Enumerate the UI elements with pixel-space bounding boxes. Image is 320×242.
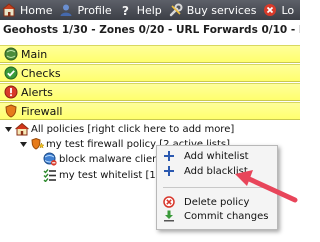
checkmark-icon	[4, 66, 18, 80]
tree-blocklist-label: block malware clien	[59, 153, 159, 165]
menu-commit-changes[interactable]: Commit changes	[157, 209, 277, 223]
shield-star-icon	[30, 137, 44, 151]
section-main-label: Main	[21, 47, 48, 61]
svg-text:?: ?	[122, 4, 129, 17]
section-main[interactable]: Main	[0, 45, 300, 63]
nav-profile[interactable]: Profile	[57, 0, 116, 20]
tree-root-row[interactable]: All policies [right click here to add mo…	[4, 121, 234, 137]
delete-icon	[163, 196, 175, 208]
quota-summary: Geohosts 1/30 - Zones 0/20 - URL Forward…	[3, 24, 300, 36]
tree-whitelist-row[interactable]: my test whitelist [1 e	[43, 167, 165, 183]
nav-help-label: Help	[136, 3, 162, 17]
nav-buy-services[interactable]: Buy services	[167, 0, 262, 20]
logout-icon	[263, 3, 277, 17]
nav-profile-label: Profile	[77, 3, 112, 17]
top-nav-bar: Home Profile ? Help Buy services Lo	[0, 0, 300, 20]
section-alerts-label: Alerts	[21, 85, 53, 99]
help-icon: ?	[119, 3, 133, 17]
section-firewall[interactable]: Firewall	[0, 102, 300, 120]
nav-help[interactable]: ? Help	[117, 0, 167, 20]
expand-triangle-icon[interactable]	[4, 125, 13, 134]
expand-triangle-icon[interactable]	[19, 140, 28, 149]
tree-blocklist-row[interactable]: block malware clien	[43, 151, 158, 167]
menu-add-whitelist-label: Add whitelist	[184, 150, 249, 162]
nav-buy-services-label: Buy services	[186, 3, 257, 17]
section-checks-label: Checks	[21, 66, 61, 80]
menu-add-whitelist[interactable]: Add whitelist	[157, 149, 277, 163]
menu-commit-changes-label: Commit changes	[184, 210, 269, 222]
user-icon	[59, 3, 73, 17]
globe-block-icon	[43, 152, 57, 166]
list-check-icon	[43, 168, 57, 182]
nav-logout-label: Lo	[281, 3, 295, 17]
home-icon	[2, 3, 16, 17]
globe-icon	[4, 47, 18, 61]
section-firewall-label: Firewall	[21, 104, 63, 118]
download-icon	[163, 210, 175, 222]
tree-whitelist-label: my test whitelist [1 e	[59, 169, 166, 181]
alert-icon	[4, 85, 18, 99]
plus-icon	[163, 165, 175, 177]
shield-icon	[4, 104, 18, 118]
plus-icon	[163, 150, 175, 162]
section-checks[interactable]: Checks	[0, 64, 300, 82]
annotation-arrow-icon	[235, 170, 298, 203]
tree-root-label: All policies [right click here to add mo…	[31, 123, 235, 135]
section-alerts[interactable]: Alerts	[0, 83, 300, 101]
wrench-icon	[169, 3, 183, 17]
nav-logout[interactable]: Lo	[261, 0, 299, 20]
nav-home[interactable]: Home	[0, 0, 57, 20]
house-icon	[15, 122, 29, 136]
nav-home-label: Home	[20, 3, 53, 17]
